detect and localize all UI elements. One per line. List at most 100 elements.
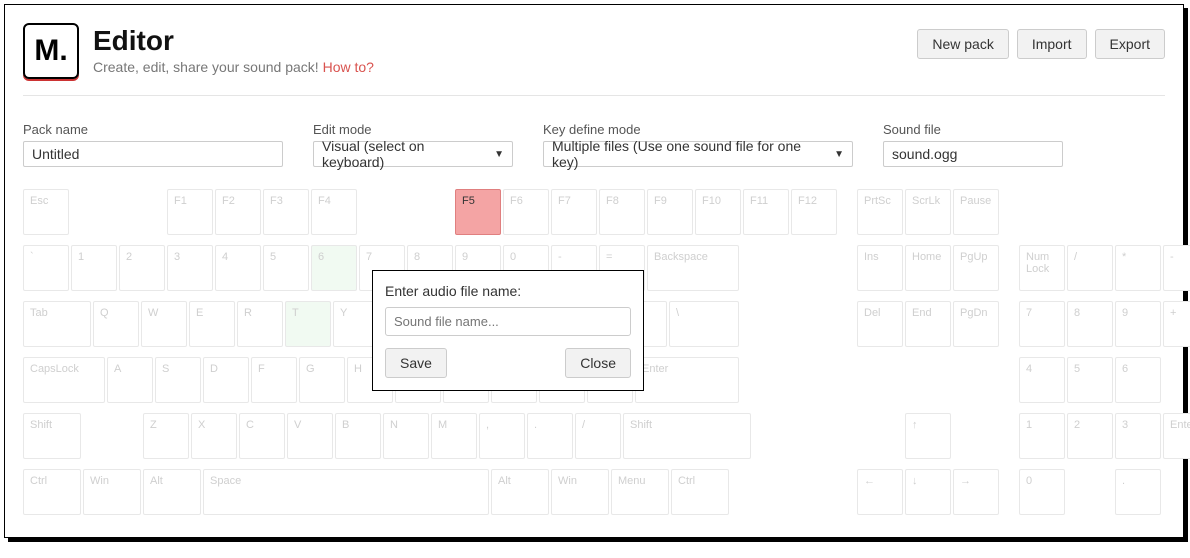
key-.[interactable]: . bbox=[1115, 469, 1161, 515]
key-F7[interactable]: F7 bbox=[551, 189, 597, 235]
key-F2[interactable]: F2 bbox=[215, 189, 261, 235]
key-F[interactable]: F bbox=[251, 357, 297, 403]
key-9[interactable]: 9 bbox=[1115, 301, 1161, 347]
key-Win[interactable]: Win bbox=[551, 469, 609, 515]
modal-title: Enter audio file name: bbox=[385, 283, 631, 299]
key-→[interactable]: → bbox=[953, 469, 999, 515]
export-button[interactable]: Export bbox=[1095, 29, 1165, 59]
key-6[interactable]: 6 bbox=[1115, 357, 1161, 403]
key-2[interactable]: 2 bbox=[119, 245, 165, 291]
key-W[interactable]: W bbox=[141, 301, 187, 347]
key-Backspace[interactable]: Backspace bbox=[647, 245, 739, 291]
key-PgDn[interactable]: PgDn bbox=[953, 301, 999, 347]
key-Tab[interactable]: Tab bbox=[23, 301, 91, 347]
key-/[interactable]: / bbox=[1067, 245, 1113, 291]
key-Shift[interactable]: Shift bbox=[623, 413, 751, 459]
key-G[interactable]: G bbox=[299, 357, 345, 403]
key-ScrLk[interactable]: ScrLk bbox=[905, 189, 951, 235]
key-CapsLock[interactable]: CapsLock bbox=[23, 357, 105, 403]
keyboard-nav: PrtScScrLkPause InsHomePgUp DelEndPgDn ↑←↓→ bbox=[857, 189, 999, 515]
key-Win[interactable]: Win bbox=[83, 469, 141, 515]
key-N[interactable]: N bbox=[383, 413, 429, 459]
key-.[interactable]: . bbox=[527, 413, 573, 459]
key-1[interactable]: 1 bbox=[71, 245, 117, 291]
key-8[interactable]: 8 bbox=[1067, 301, 1113, 347]
key-F5[interactable]: F5 bbox=[455, 189, 501, 235]
key-\[interactable]: \ bbox=[669, 301, 739, 347]
key-6[interactable]: 6 bbox=[311, 245, 357, 291]
key-F1[interactable]: F1 bbox=[167, 189, 213, 235]
edit-mode-select[interactable]: Visual (select on keyboard)▼ bbox=[313, 141, 513, 167]
key-F8[interactable]: F8 bbox=[599, 189, 645, 235]
key-Alt[interactable]: Alt bbox=[143, 469, 201, 515]
key-D[interactable]: D bbox=[203, 357, 249, 403]
key-Num Lock[interactable]: Num Lock bbox=[1019, 245, 1065, 291]
key-Esc[interactable]: Esc bbox=[23, 189, 69, 235]
key-V[interactable]: V bbox=[287, 413, 333, 459]
key-Pause[interactable]: Pause bbox=[953, 189, 999, 235]
key-F4[interactable]: F4 bbox=[311, 189, 357, 235]
key--[interactable]: - bbox=[1163, 245, 1190, 291]
key-F11[interactable]: F11 bbox=[743, 189, 789, 235]
key-A[interactable]: A bbox=[107, 357, 153, 403]
page-title: Editor bbox=[93, 25, 374, 57]
chevron-down-icon: ▼ bbox=[494, 149, 504, 160]
save-button[interactable]: Save bbox=[385, 348, 447, 378]
new-pack-button[interactable]: New pack bbox=[917, 29, 1008, 59]
key-Q[interactable]: Q bbox=[93, 301, 139, 347]
key-5[interactable]: 5 bbox=[263, 245, 309, 291]
key-F6[interactable]: F6 bbox=[503, 189, 549, 235]
key-Shift[interactable]: Shift bbox=[23, 413, 81, 459]
key-↓[interactable]: ↓ bbox=[905, 469, 951, 515]
close-button[interactable]: Close bbox=[565, 348, 631, 378]
key-define-select[interactable]: Multiple files (Use one sound file for o… bbox=[543, 141, 853, 167]
key-Enter[interactable]: Enter bbox=[635, 357, 739, 403]
key-PrtSc[interactable]: PrtSc bbox=[857, 189, 903, 235]
key-C[interactable]: C bbox=[239, 413, 285, 459]
key-+[interactable]: + bbox=[1163, 301, 1190, 347]
key-F12[interactable]: F12 bbox=[791, 189, 837, 235]
key-`[interactable]: ` bbox=[23, 245, 69, 291]
key-B[interactable]: B bbox=[335, 413, 381, 459]
key-Home[interactable]: Home bbox=[905, 245, 951, 291]
key-↑[interactable]: ↑ bbox=[905, 413, 951, 459]
key-F9[interactable]: F9 bbox=[647, 189, 693, 235]
sound-filename-input[interactable] bbox=[385, 307, 631, 336]
key-Ins[interactable]: Ins bbox=[857, 245, 903, 291]
key-5[interactable]: 5 bbox=[1067, 357, 1113, 403]
key-Menu[interactable]: Menu bbox=[611, 469, 669, 515]
key-PgUp[interactable]: PgUp bbox=[953, 245, 999, 291]
key-3[interactable]: 3 bbox=[1115, 413, 1161, 459]
key-2[interactable]: 2 bbox=[1067, 413, 1113, 459]
key-Z[interactable]: Z bbox=[143, 413, 189, 459]
key-F3[interactable]: F3 bbox=[263, 189, 309, 235]
key-F10[interactable]: F10 bbox=[695, 189, 741, 235]
key-1[interactable]: 1 bbox=[1019, 413, 1065, 459]
key-Space[interactable]: Space bbox=[203, 469, 489, 515]
pack-name-input[interactable] bbox=[23, 141, 283, 167]
key-T[interactable]: T bbox=[285, 301, 331, 347]
key-Alt[interactable]: Alt bbox=[491, 469, 549, 515]
key-4[interactable]: 4 bbox=[1019, 357, 1065, 403]
key-3[interactable]: 3 bbox=[167, 245, 213, 291]
key-*[interactable]: * bbox=[1115, 245, 1161, 291]
key-X[interactable]: X bbox=[191, 413, 237, 459]
key-End[interactable]: End bbox=[905, 301, 951, 347]
key-4[interactable]: 4 bbox=[215, 245, 261, 291]
key-Del[interactable]: Del bbox=[857, 301, 903, 347]
key-←[interactable]: ← bbox=[857, 469, 903, 515]
key-S[interactable]: S bbox=[155, 357, 201, 403]
key-/[interactable]: / bbox=[575, 413, 621, 459]
key-Ctrl[interactable]: Ctrl bbox=[23, 469, 81, 515]
key-,[interactable]: , bbox=[479, 413, 525, 459]
key-7[interactable]: 7 bbox=[1019, 301, 1065, 347]
sound-file-input[interactable] bbox=[883, 141, 1063, 167]
key-Ctrl[interactable]: Ctrl bbox=[671, 469, 729, 515]
how-to-link[interactable]: How to? bbox=[323, 59, 374, 75]
key-M[interactable]: M bbox=[431, 413, 477, 459]
key-Enter[interactable]: Enter bbox=[1163, 413, 1190, 459]
key-R[interactable]: R bbox=[237, 301, 283, 347]
key-0[interactable]: 0 bbox=[1019, 469, 1065, 515]
import-button[interactable]: Import bbox=[1017, 29, 1087, 59]
key-E[interactable]: E bbox=[189, 301, 235, 347]
